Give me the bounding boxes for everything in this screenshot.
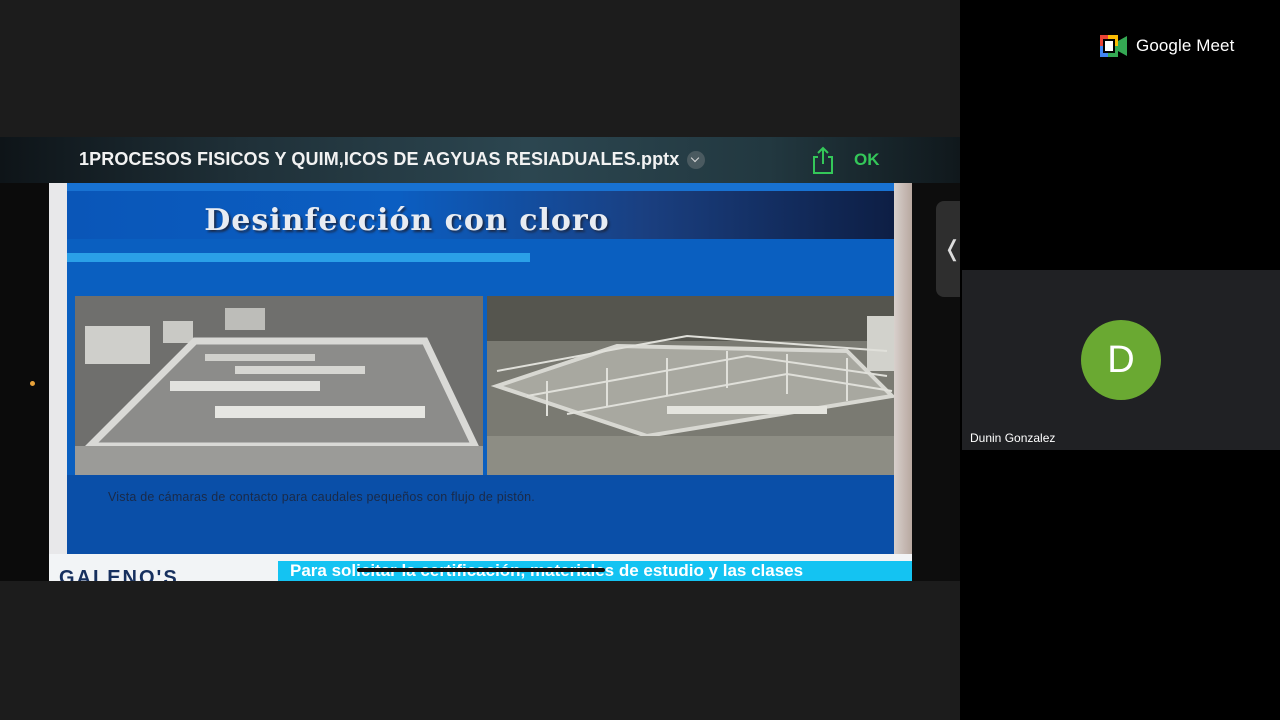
avatar: D xyxy=(1081,320,1161,400)
institution-logo: GALENO'S xyxy=(59,567,179,581)
home-indicator[interactable] xyxy=(357,568,605,572)
slide-top-band xyxy=(67,183,894,191)
slide-accent-bar xyxy=(67,253,530,262)
photo-contact-chambers-right xyxy=(487,296,894,477)
slide-lower-panel xyxy=(67,475,894,554)
indicator-dot xyxy=(30,381,35,386)
meet-logo: Google Meet xyxy=(1100,35,1234,57)
photo-contact-chambers-left xyxy=(75,296,483,477)
document-header: 1PROCESOS FISICOS Y QUIM,ICOS DE AGYUAS … xyxy=(0,137,960,183)
slide-title: Desinfección con cloro xyxy=(204,203,610,238)
slide-container: Desinfección con cloro Vista de cámaras … xyxy=(49,183,912,581)
participant-tile[interactable]: D Dunin Gonzalez xyxy=(962,270,1280,450)
left-margin xyxy=(0,183,50,581)
shared-screen: 1PROCESOS FISICOS Y QUIM,ICOS DE AGYUAS … xyxy=(0,137,960,581)
google-meet-icon xyxy=(1100,35,1127,57)
ok-button[interactable]: OK xyxy=(854,150,880,170)
meet-logo-text: Google Meet xyxy=(1136,36,1235,55)
share-icon[interactable] xyxy=(810,145,836,175)
slide-caption: Vista de cámaras de contacto para caudal… xyxy=(108,490,535,504)
screen: 1PROCESOS FISICOS Y QUIM,ICOS DE AGYUAS … xyxy=(0,0,1280,720)
slide-title-bar: Desinfección con cloro xyxy=(67,191,894,239)
chevron-left-icon[interactable]: ❬ xyxy=(943,236,961,262)
participant-name: Dunin Gonzalez xyxy=(970,431,1056,445)
shared-screen-area: 1PROCESOS FISICOS Y QUIM,ICOS DE AGYUAS … xyxy=(0,0,961,720)
document-title[interactable]: 1PROCESOS FISICOS Y QUIM,ICOS DE AGYUAS … xyxy=(79,149,679,170)
slide: Desinfección con cloro Vista de cámaras … xyxy=(67,183,894,554)
slide-right-edge xyxy=(894,183,912,581)
chevron-down-icon[interactable] xyxy=(687,151,705,169)
